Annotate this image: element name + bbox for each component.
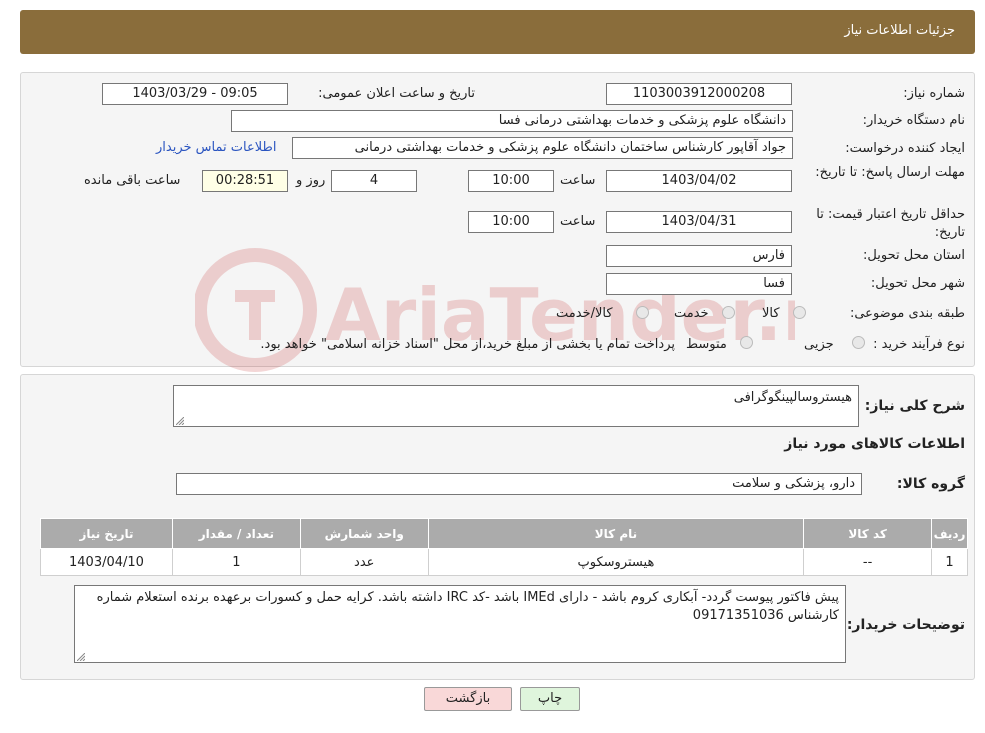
announce-label: تاریخ و ساعت اعلان عمومی: <box>318 86 475 101</box>
process-radio-minor[interactable] <box>852 336 865 349</box>
col-row: ردیف <box>931 518 968 549</box>
back-button[interactable]: بازگشت <box>424 687 512 711</box>
days-label: روز و <box>296 173 326 188</box>
deadline-label: مهلت ارسال پاسخ: تا تاریخ: <box>815 165 965 180</box>
category-radio-service[interactable] <box>722 306 735 319</box>
goods-table-header-row: ردیف کد کالا نام کالا واحد شمارش تعداد /… <box>40 518 968 549</box>
resize-handle-icon[interactable] <box>176 417 184 425</box>
process-radio-medium[interactable] <box>740 336 753 349</box>
summary-text: هیستروسالپینگوگرافی <box>733 390 852 405</box>
print-button[interactable]: چاپ <box>520 687 580 711</box>
validity-date-field: 1403/04/31 <box>606 211 792 233</box>
page-header: جزئیات اطلاعات نیاز <box>20 10 975 54</box>
page-title: جزئیات اطلاعات نیاز <box>844 23 955 38</box>
col-date: تاریخ نیاز <box>40 518 173 549</box>
goods-table: ردیف کد کالا نام کالا واحد شمارش تعداد /… <box>40 518 968 576</box>
category-option-goods: کالا <box>762 306 780 321</box>
process-note: پرداخت تمام یا بخشی از مبلغ خرید،از محل … <box>260 337 675 352</box>
goods-group-label: گروه کالا: <box>896 476 965 492</box>
validity-hour-label: ساعت <box>560 214 596 229</box>
province-label: استان محل تحویل: <box>863 248 965 263</box>
need-number-label: شماره نیاز: <box>903 86 965 101</box>
cell-qty: 1 <box>171 548 301 576</box>
category-radio-goods-service[interactable] <box>636 306 649 319</box>
city-field: فسا <box>606 273 792 295</box>
cell-unit: عدد <box>299 548 429 576</box>
col-qty: تعداد / مقدار <box>171 518 301 549</box>
buyer-notes-textarea: پیش فاکتور پیوست گردد- آبکاری کروم باشد … <box>74 585 846 663</box>
validity-time-field: 10:00 <box>468 211 554 233</box>
col-unit: واحد شمارش <box>299 518 429 549</box>
col-code: کد کالا <box>803 518 933 549</box>
process-label: نوع فرآیند خرید : <box>873 337 965 352</box>
category-option-goods-service: کالا/خدمت <box>556 306 613 321</box>
creator-field: جواد آقاپور کارشناس ساختمان دانشگاه علوم… <box>292 137 793 159</box>
remaining-label: ساعت باقی مانده <box>84 173 181 188</box>
creator-label: ایجاد کننده درخواست: <box>845 141 965 156</box>
deadline-time-field: 10:00 <box>468 170 554 192</box>
goods-info-title: اطلاعات کالاهای مورد نیاز <box>784 436 965 452</box>
category-radio-goods[interactable] <box>793 306 806 319</box>
cell-date: 1403/04/10 <box>40 548 173 576</box>
category-label: طبقه بندی موضوعی: <box>849 306 965 321</box>
table-row: 1 -- هیستروسکوپ عدد 1 1403/04/10 <box>40 548 968 576</box>
deadline-hour-label: ساعت <box>560 173 596 188</box>
deadline-date-field: 1403/04/02 <box>606 170 792 192</box>
need-number-field: 1103003912000208 <box>606 83 792 105</box>
announce-field: 1403/03/29 - 09:05 <box>102 83 288 105</box>
buyer-org-field: دانشگاه علوم پزشکی و خدمات بهداشتی درمان… <box>231 110 793 132</box>
province-field: فارس <box>606 245 792 267</box>
category-option-service: خدمت <box>674 306 709 321</box>
cell-name: هیستروسکوپ <box>427 548 805 576</box>
days-field: 4 <box>331 170 417 192</box>
buyer-notes-text: پیش فاکتور پیوست گردد- آبکاری کروم باشد … <box>96 590 839 623</box>
remaining-time-field: 00:28:51 <box>202 170 288 192</box>
validity-label: حداقل تاریخ اعتبار قیمت: تا تاریخ: <box>816 207 965 240</box>
buyer-notes-label: توضیحات خریدار: <box>846 617 965 633</box>
summary-label: شرح کلی نیاز: <box>864 398 965 414</box>
process-option-minor: جزیی <box>804 337 834 352</box>
col-name: نام کالا <box>427 518 805 549</box>
buyer-contact-link[interactable]: اطلاعات تماس خریدار <box>156 140 276 155</box>
process-option-medium: متوسط <box>686 337 727 352</box>
summary-textarea: هیستروسالپینگوگرافی <box>173 385 859 427</box>
resize-handle-icon[interactable] <box>77 653 85 661</box>
cell-row: 1 <box>931 548 968 576</box>
buyer-org-label: نام دستگاه خریدار: <box>862 113 965 128</box>
city-label: شهر محل تحویل: <box>870 276 965 291</box>
goods-group-field: دارو، پزشکی و سلامت <box>176 473 862 495</box>
cell-code: -- <box>803 548 933 576</box>
